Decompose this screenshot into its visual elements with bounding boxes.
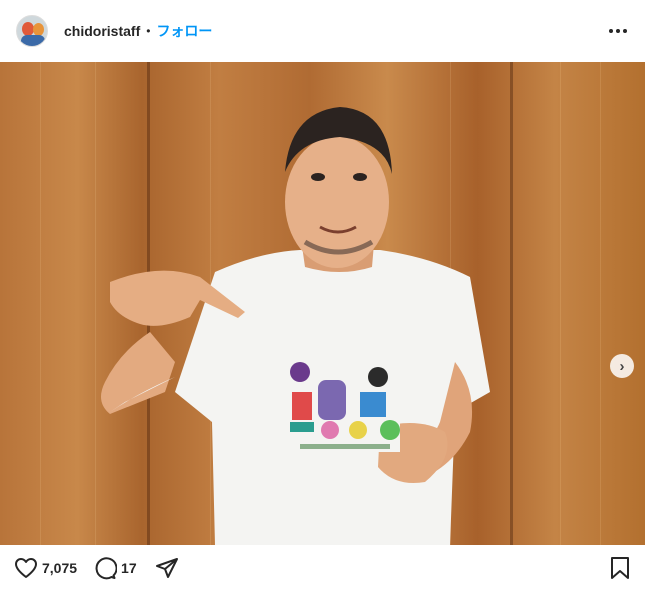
separator-dot: •	[146, 24, 151, 38]
share-button[interactable]	[155, 556, 179, 580]
username[interactable]: chidoristaff	[64, 23, 140, 39]
like-button[interactable]: 7,075	[14, 556, 77, 580]
bookmark-icon	[611, 557, 629, 579]
post-actions-bar: 7,075 17	[0, 545, 645, 591]
avatar[interactable]	[16, 15, 48, 47]
like-count: 7,075	[42, 560, 78, 576]
follow-button[interactable]: フォロー	[156, 21, 212, 41]
post-header: chidoristaff • フォロー	[0, 0, 645, 62]
share-icon	[155, 558, 178, 578]
save-button[interactable]	[609, 556, 631, 580]
next-slide-chevron-right-icon[interactable]: ›	[610, 354, 634, 378]
comment-icon	[95, 557, 118, 580]
comment-count: 17	[121, 560, 137, 576]
more-options-icon[interactable]	[607, 23, 629, 39]
heart-icon	[15, 558, 37, 578]
person-illustration	[101, 107, 490, 545]
comment-button[interactable]: 17	[93, 556, 137, 580]
post-image[interactable]: ›	[0, 62, 645, 545]
